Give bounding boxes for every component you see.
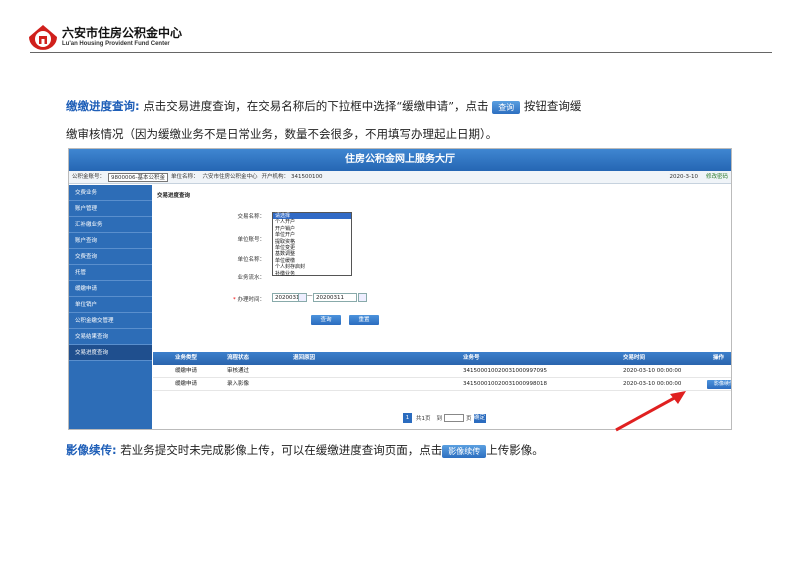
col-op: 操作: [713, 355, 725, 361]
sidebar-item[interactable]: 交费业务: [69, 185, 152, 201]
org-name: 六安市住房公积金中心: [62, 25, 183, 40]
cell-status: 录入影像: [227, 381, 250, 387]
page-total: 共1页: [416, 416, 431, 422]
progress-table: 业务类型 流程状态 退回原因 业务号 交易时间 操作 缓缴申请 审核通过 341…: [153, 352, 731, 391]
table-header: 业务类型 流程状态 退回原因 业务号 交易时间 操作: [153, 352, 731, 365]
goto-label: 到: [436, 416, 443, 422]
unit-label: 单位名称：: [171, 173, 199, 180]
sidebar: 交费业务 账户管理 汇补缴业务 账户查询 交费查询 托管 缓缴申请 单位销户 公…: [69, 185, 152, 429]
date-separator: —: [307, 293, 313, 299]
sidebar-item[interactable]: 公积金缴交管理: [69, 313, 152, 329]
trade-name-dropdown[interactable]: 请选择 个人开户 开户销户 单位开户 提取资格 单位变更 基数调整 单位缓缴 个…: [272, 212, 352, 277]
table-row: 缓缴申请 审核通过 341500010020031000997095 2020-…: [153, 365, 731, 378]
account-select[interactable]: 9800006-基本公积金: [108, 172, 168, 182]
org-name-english: Lu'an Housing Provident Fund Center: [62, 40, 170, 47]
progress-query-heading: 缴缴进度查询:: [66, 99, 140, 113]
document-page: 六安市住房公积金中心 Lu'an Housing Provident Fund …: [0, 0, 800, 565]
reset-button[interactable]: 重置: [349, 315, 379, 325]
account-info-bar: 公积金账号： 9800006-基本公积金 单位名称： 六安市住房公积金中心 开户…: [69, 171, 731, 184]
cell-biz-no: 341500010020031000997095: [463, 368, 547, 374]
sidebar-item[interactable]: 托管: [69, 265, 152, 281]
col-status: 流程状态: [227, 355, 250, 361]
cell-op: [713, 365, 731, 377]
sidebar-item-progress-query[interactable]: 交易进度查询: [69, 345, 152, 361]
para2-text-a: 若业务提交时未完成影像上传，可以在缓缴进度查询页面，点击: [116, 443, 443, 457]
cell-op: 影像续传: [707, 378, 731, 390]
cell-biz-no: 341500010020031000998018: [463, 381, 547, 387]
trade-name-label: 交易名称：: [237, 214, 265, 220]
para2-text-b: 上传影像。: [486, 443, 544, 457]
current-date: 2020-3-10: [669, 173, 698, 180]
change-password-link[interactable]: 修改密码: [706, 171, 728, 184]
progress-query-paragraph: 缴缴进度查询: 点击交易进度查询，在交易名称后的下拉框中选择“缓缴申请”，点击 …: [66, 92, 741, 148]
date-to-input[interactable]: 20200311: [313, 293, 357, 302]
portal-title: 住房公积金网上服务大厅: [69, 149, 731, 171]
col-biz-no: 业务号: [463, 355, 480, 361]
calendar-icon[interactable]: [298, 293, 307, 302]
para1-text-b: 按钮查询缓: [520, 99, 582, 113]
biz-no-label: 业务流水：: [237, 275, 265, 281]
unit-name-label: 单位名称：: [237, 257, 265, 263]
sidebar-item[interactable]: 缓缴申请: [69, 281, 152, 297]
red-arrow-icon: [615, 391, 686, 432]
image-resume-heading: 影像续传:: [66, 443, 117, 457]
unit-value: 六安市住房公积金中心: [202, 173, 258, 180]
col-reason: 退回原因: [293, 355, 316, 361]
para1-text-a: 点击交易进度查询，在交易名称后的下拉框中选择“缓缴申请”，点击: [139, 99, 489, 113]
bank-value: 341500100: [291, 173, 323, 180]
pagination: 1 共1页 到 页 确定: [403, 413, 486, 423]
unit-no-label: 单位账号：: [237, 237, 265, 243]
sidebar-item[interactable]: 单位销户: [69, 297, 152, 313]
para1-line2: 缴审核情况（因为缓缴业务不是日常业务，数量不会很多，不用填写办理起止日期）。: [66, 127, 498, 141]
date-label: * 办理时间：: [232, 297, 265, 303]
sidebar-item[interactable]: 汇补缴业务: [69, 217, 152, 233]
calendar-icon[interactable]: [358, 293, 367, 302]
image-resume-button-illustration: 影像续传: [442, 444, 487, 458]
col-type: 业务类型: [175, 355, 198, 361]
image-resume-button[interactable]: 影像续传: [707, 380, 731, 389]
sidebar-item[interactable]: 账户管理: [69, 201, 152, 217]
cell-reason: [293, 365, 463, 377]
cell-time: 2020-03-10 00:00:00: [623, 368, 682, 374]
bank-label: 开户机构：: [261, 173, 290, 180]
cell-type: 缓缴申请: [175, 368, 198, 374]
org-logo: [28, 24, 58, 50]
document-header: 六安市住房公积金中心 Lu'an Housing Provident Fund …: [28, 22, 182, 52]
goto-page-input[interactable]: [444, 414, 465, 422]
cell-type: 缓缴申请: [175, 381, 198, 387]
query-button-illustration: 查询: [492, 100, 521, 114]
cell-reason: [293, 378, 463, 390]
col-time: 交易时间: [623, 355, 646, 361]
page-unit: 页: [466, 416, 472, 422]
house-logo-icon: [29, 25, 57, 50]
header-divider: [30, 52, 772, 53]
image-resume-paragraph: 影像续传: 若业务提交时未完成影像上传，可以在缓缴进度查询页面，点击 影像续传 上传…: [66, 436, 741, 464]
query-button[interactable]: 查询: [311, 315, 341, 325]
dropdown-option[interactable]: 补缴业务: [273, 271, 351, 277]
account-label: 公积金账号：: [72, 173, 106, 180]
goto-button[interactable]: 确定: [473, 413, 486, 423]
page-current[interactable]: 1: [403, 413, 412, 423]
section-title: 交易进度查询: [157, 193, 191, 199]
sidebar-item[interactable]: 交易结果查询: [69, 329, 152, 345]
sidebar-item[interactable]: 账户查询: [69, 233, 152, 249]
cell-status: 审核通过: [227, 368, 250, 374]
sidebar-item[interactable]: 交费查询: [69, 249, 152, 265]
